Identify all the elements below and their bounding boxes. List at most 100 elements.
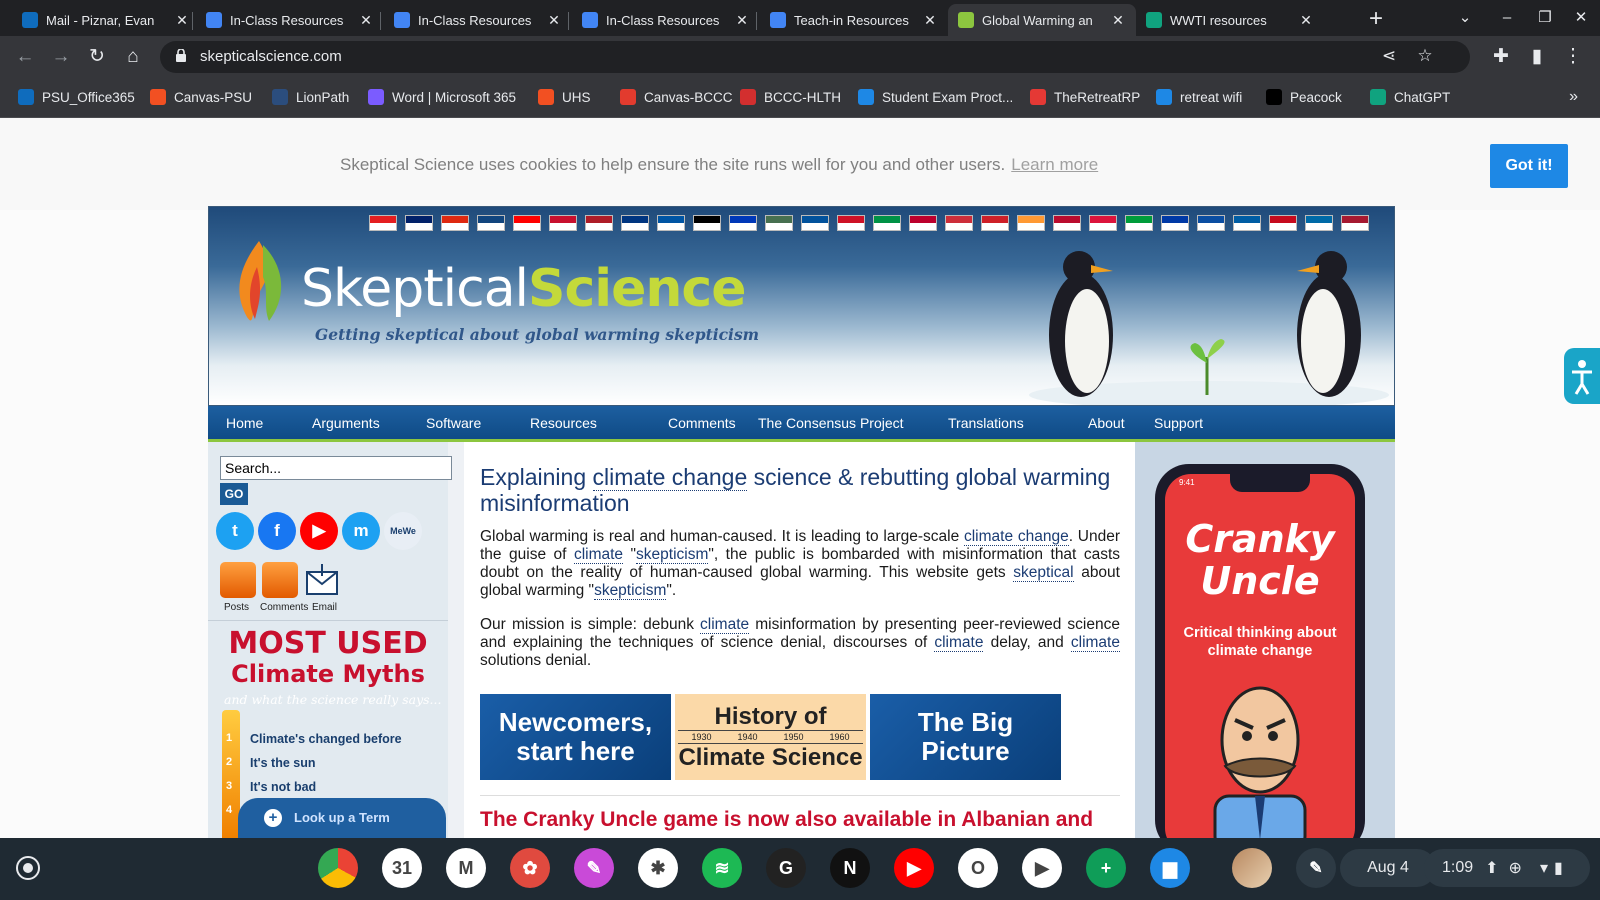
browser-tab[interactable]: In-Class Resources ✕ — [196, 4, 384, 36]
play-store-icon[interactable]: ▶ — [1022, 848, 1062, 888]
nav-item[interactable]: About — [1088, 415, 1125, 431]
more-bookmarks-icon[interactable]: » — [1569, 88, 1578, 106]
heading-glossary-link[interactable]: climate change — [592, 464, 748, 491]
tab-close-icon[interactable]: ✕ — [922, 12, 938, 29]
language-flag-icon[interactable] — [1089, 215, 1117, 231]
language-flag-icon[interactable] — [405, 215, 433, 231]
share-icon[interactable]: ⋖ — [1378, 46, 1400, 66]
tab-close-icon[interactable]: ✕ — [1298, 12, 1314, 29]
launcher-icon[interactable] — [16, 856, 40, 880]
bookmark-star-icon[interactable]: ☆ — [1414, 46, 1436, 66]
glossary-link[interactable]: skepticism — [636, 546, 709, 564]
extensions-icon[interactable]: ✚ — [1488, 44, 1514, 70]
bookmark-item[interactable]: Canvas-PSU — [150, 89, 252, 105]
news-heading[interactable]: The Cranky Uncle game is now also availa… — [480, 808, 1093, 832]
status-tray[interactable]: 1:09 ⬆ ⊕ ▾ ▮ — [1424, 849, 1590, 887]
glossary-link[interactable]: skeptical — [1013, 564, 1074, 582]
language-flag-icon[interactable] — [693, 215, 721, 231]
date-tray[interactable]: Aug 4 — [1340, 849, 1436, 887]
side-panel-icon[interactable]: ▮ — [1524, 44, 1550, 70]
nav-item[interactable]: Arguments — [312, 415, 380, 431]
stylus-icon[interactable]: ✎ — [1296, 848, 1336, 888]
language-flag-icon[interactable] — [1161, 215, 1189, 231]
language-flag-icon[interactable] — [729, 215, 757, 231]
bookmark-item[interactable]: retreat wifi — [1156, 89, 1242, 105]
office-icon[interactable]: O — [958, 848, 998, 888]
lookup-term-button[interactable]: + Look up a Term — [238, 798, 446, 838]
cookie-accept-button[interactable]: Got it! — [1490, 144, 1568, 188]
language-flag-icon[interactable] — [981, 215, 1009, 231]
close-window-icon[interactable]: ✕ — [1566, 6, 1596, 30]
minimize-icon[interactable]: – — [1492, 6, 1522, 30]
tab-close-icon[interactable]: ✕ — [174, 12, 190, 29]
bookmark-item[interactable]: LionPath — [272, 89, 349, 105]
language-flag-icon[interactable] — [837, 215, 865, 231]
sketch-icon[interactable]: ✎ — [574, 848, 614, 888]
language-flag-icon[interactable] — [513, 215, 541, 231]
language-flag-icon[interactable] — [801, 215, 829, 231]
posts-rss-icon[interactable] — [220, 562, 256, 598]
tab-close-icon[interactable]: ✕ — [1110, 12, 1126, 29]
posts-label[interactable]: Posts — [224, 602, 249, 613]
menu-icon[interactable]: ⋮ — [1560, 44, 1586, 70]
spotify-icon[interactable]: ≋ — [702, 848, 742, 888]
twitter-icon[interactable]: t — [216, 512, 254, 550]
gmail-icon[interactable]: M — [446, 848, 486, 888]
language-flag-icon[interactable] — [1053, 215, 1081, 231]
language-flag-icon[interactable] — [945, 215, 973, 231]
learn-more-link[interactable]: Learn more — [1011, 155, 1098, 174]
myth-link[interactable]: It's not bad — [250, 780, 316, 794]
language-flag-icon[interactable] — [369, 215, 397, 231]
language-flag-icon[interactable] — [909, 215, 937, 231]
home-icon[interactable]: ⌂ — [120, 44, 146, 70]
canvas-icon[interactable]: ✿ — [510, 848, 550, 888]
calendar-icon[interactable]: 31 — [382, 848, 422, 888]
language-flag-icon[interactable] — [1125, 215, 1153, 231]
email-label[interactable]: Email — [312, 602, 337, 613]
nav-item[interactable]: Translations — [948, 415, 1024, 431]
browser-tab[interactable]: WWTI resources ✕ — [1136, 4, 1324, 36]
nav-item[interactable]: Support — [1154, 415, 1203, 431]
bookmark-item[interactable]: Word | Microsoft 365 — [368, 89, 516, 105]
bookmark-item[interactable]: PSU_Office365 — [18, 89, 135, 105]
bookmark-item[interactable]: Student Exam Proct... — [858, 89, 1013, 105]
nav-item[interactable]: Comments — [668, 415, 736, 431]
language-flag-icon[interactable] — [441, 215, 469, 231]
language-flag-icon[interactable] — [765, 215, 793, 231]
big-picture-promo[interactable]: The Big Picture — [870, 694, 1061, 780]
bookmark-item[interactable]: BCCC-HLTH — [740, 89, 841, 105]
address-bar[interactable]: skepticalscience.com ⋖ ☆ — [160, 41, 1470, 73]
language-flag-icon[interactable] — [477, 215, 505, 231]
chrome-icon[interactable] — [318, 848, 358, 888]
bookmark-item[interactable]: UHS — [538, 89, 591, 105]
tab-search-icon[interactable]: ⌄ — [1450, 6, 1480, 30]
site-banner[interactable]: SkepticalScience Getting skeptical about… — [208, 206, 1395, 406]
myth-link[interactable]: It's the sun — [250, 756, 315, 770]
new-tab-button[interactable]: + — [1362, 6, 1390, 34]
glossary-link[interactable]: climate — [573, 546, 624, 564]
tab-close-icon[interactable]: ✕ — [734, 12, 750, 29]
youtube-icon[interactable]: ▶ — [300, 512, 338, 550]
tab-close-icon[interactable]: ✕ — [546, 12, 562, 29]
nav-item[interactable]: Resources — [530, 415, 597, 431]
reload-icon[interactable]: ↻ — [84, 44, 110, 70]
newcomers-promo[interactable]: Newcomers, start here — [480, 694, 671, 780]
grammarly-icon[interactable]: G — [766, 848, 806, 888]
youtube-app-icon[interactable]: ▶ — [894, 848, 934, 888]
files-icon[interactable]: ▆ — [1150, 848, 1190, 888]
browser-tab[interactable]: Teach-in Resources ✕ — [760, 4, 948, 36]
search-go-button[interactable]: GO — [220, 483, 248, 505]
tab-close-icon[interactable]: ✕ — [358, 12, 374, 29]
language-flag-icon[interactable] — [1233, 215, 1261, 231]
accessibility-icon[interactable] — [1564, 348, 1600, 404]
email-icon[interactable] — [304, 562, 340, 598]
glossary-link[interactable]: climate — [700, 616, 750, 634]
glossary-link[interactable]: skepticism — [594, 582, 667, 600]
myth-link[interactable]: Climate's changed before — [250, 732, 402, 746]
language-flag-icon[interactable] — [873, 215, 901, 231]
bookmark-item[interactable]: TheRetreatRP — [1030, 89, 1140, 105]
comments-rss-icon[interactable] — [262, 562, 298, 598]
browser-tab[interactable]: Global Warming an ✕ — [948, 4, 1136, 36]
history-promo[interactable]: History of 1930 1940 1950 1960 Climate Scie… — [675, 694, 866, 780]
language-flag-icon[interactable] — [1269, 215, 1297, 231]
